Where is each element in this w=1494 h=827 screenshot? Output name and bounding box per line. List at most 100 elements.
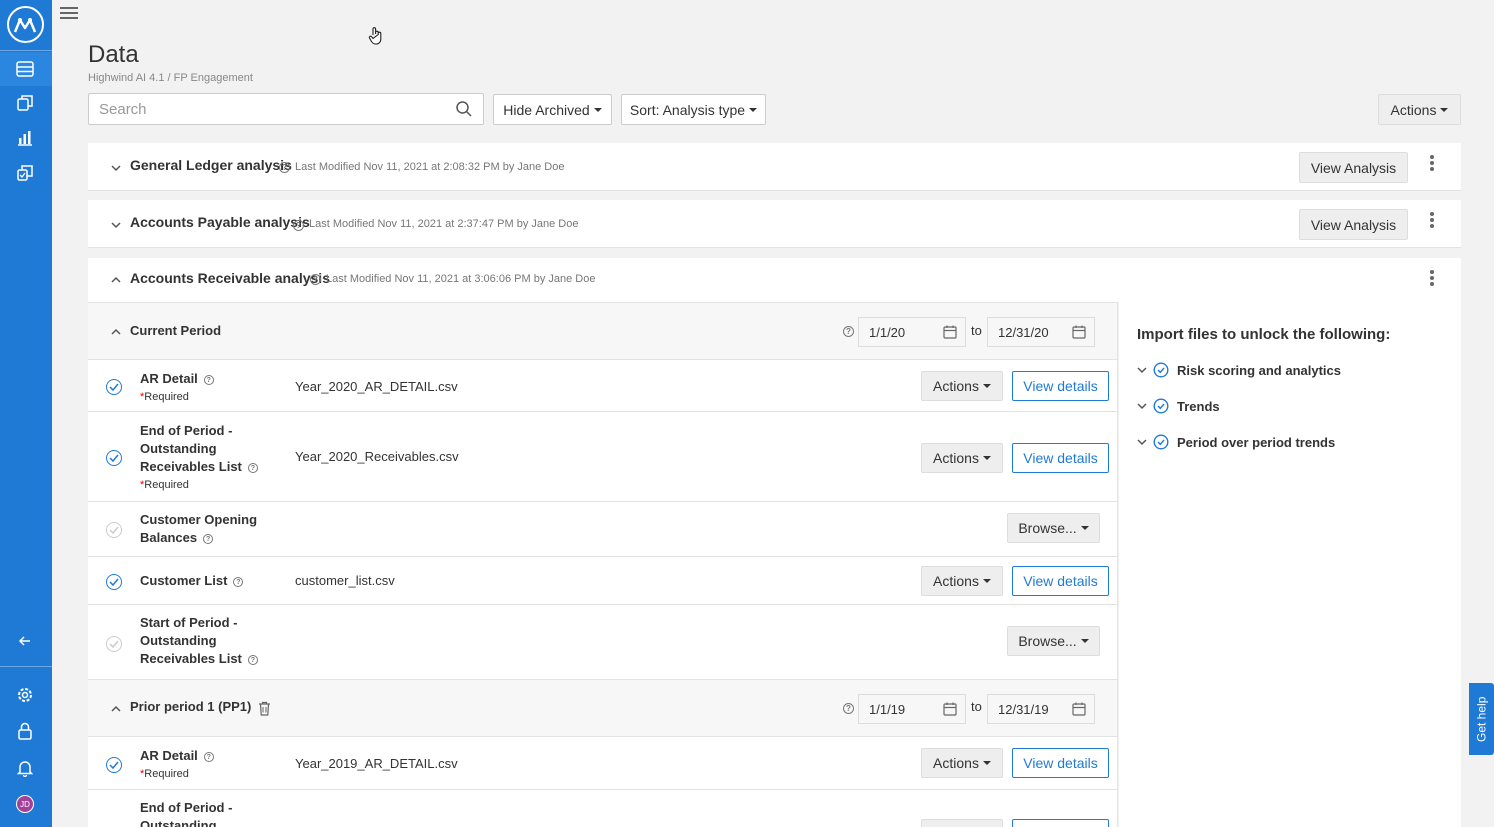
file-row: AR Detail? *Required Year_2019_AR_DETAIL.…	[88, 737, 1117, 790]
check-circle-icon	[1153, 434, 1169, 450]
analysis-title: General Ledger analysis	[130, 157, 292, 173]
prior-period-header: Prior period 1 (PP1) ? 1/1/19 to 12/31/1…	[88, 679, 1117, 737]
trash-icon[interactable]	[258, 701, 271, 716]
end-date-field[interactable]: 12/31/19	[987, 694, 1095, 724]
unlock-item-label: Period over period trends	[1177, 434, 1336, 450]
required-note: *Required	[140, 479, 189, 491]
required-note: *Required	[140, 768, 189, 780]
calendar-icon[interactable]	[943, 325, 957, 339]
row-actions-label: Actions	[933, 755, 979, 771]
view-details-button[interactable]: View details	[1012, 566, 1109, 596]
chevron-up-icon[interactable]	[111, 327, 121, 337]
chevron-down-icon[interactable]	[111, 163, 121, 173]
row-actions-label: Actions	[933, 450, 979, 466]
periods-pane: Current Period ? 1/1/20 to 12/31/20 AR D…	[88, 302, 1118, 827]
chevron-down-icon[interactable]	[1137, 437, 1147, 447]
collapse-arrow-icon[interactable]	[15, 631, 35, 651]
view-details-button[interactable]: View details	[1012, 443, 1109, 473]
app-logo-icon[interactable]	[7, 6, 44, 43]
caret-down-icon	[982, 456, 991, 460]
unlock-item[interactable]: Period over period trends	[1137, 434, 1335, 450]
hide-archived-label: Hide Archived	[503, 101, 590, 118]
help-icon[interactable]: ?	[247, 462, 258, 473]
actions-label: Actions	[1390, 101, 1437, 118]
end-date-field[interactable]: 12/31/20	[987, 317, 1095, 347]
help-icon[interactable]: ?	[310, 274, 321, 285]
data-icon[interactable]	[15, 59, 35, 79]
help-icon[interactable]: ?	[843, 326, 854, 337]
unlock-item[interactable]: Risk scoring and analytics	[1137, 362, 1341, 378]
browse-label: Browse...	[1018, 520, 1077, 536]
period-title: Prior period 1 (PP1)	[130, 699, 252, 714]
help-icon[interactable]: ?	[203, 533, 214, 544]
view-details-button[interactable]: View details	[1012, 371, 1109, 401]
row-actions-dropdown[interactable]	[921, 819, 1003, 827]
help-icon[interactable]: ?	[279, 162, 290, 173]
file-row-label-text: AR Detail	[140, 748, 198, 763]
help-icon[interactable]: ?	[203, 374, 214, 385]
search-icon[interactable]	[455, 100, 473, 118]
view-details-button[interactable]: View details	[1012, 748, 1109, 778]
help-icon[interactable]: ?	[247, 654, 258, 665]
view-analysis-button[interactable]: View Analysis	[1299, 152, 1408, 183]
last-modified-text: Last Modified Nov 11, 2021 at 2:37:47 PM…	[309, 218, 579, 230]
more-options-icon[interactable]	[1430, 155, 1434, 171]
help-icon[interactable]: ?	[293, 220, 304, 231]
caret-down-icon	[982, 384, 991, 388]
view-details-button[interactable]	[1012, 819, 1109, 827]
bell-icon[interactable]	[15, 758, 35, 778]
browse-button[interactable]: Browse...	[1007, 626, 1100, 656]
row-actions-dropdown[interactable]: Actions	[921, 748, 1003, 778]
row-actions-dropdown[interactable]: Actions	[921, 371, 1003, 401]
hide-archived-dropdown[interactable]: Hide Archived	[493, 94, 612, 125]
calendar-icon[interactable]	[943, 702, 957, 716]
more-options-icon[interactable]	[1430, 212, 1434, 228]
chevron-down-icon[interactable]	[111, 220, 121, 230]
start-date-value: 1/1/19	[869, 701, 906, 717]
chart-icon[interactable]	[15, 128, 35, 148]
hamburger-menu-icon[interactable]	[60, 4, 78, 20]
file-row-label-text: Customer List	[140, 573, 228, 588]
unlock-item[interactable]: Trends	[1137, 398, 1220, 414]
search-input[interactable]	[89, 94, 429, 124]
get-help-button[interactable]: Get help	[1469, 683, 1494, 755]
start-date-field[interactable]: 1/1/20	[858, 317, 966, 347]
chevron-down-icon[interactable]	[1137, 401, 1147, 411]
engagement-icon[interactable]	[15, 163, 35, 183]
lock-icon[interactable]	[15, 721, 35, 741]
chevron-up-icon[interactable]	[111, 275, 121, 285]
sort-dropdown[interactable]: Sort: Analysis type	[621, 94, 766, 125]
row-actions-label: Actions	[933, 573, 979, 589]
check-circle-icon	[106, 636, 122, 652]
avatar[interactable]: JD	[16, 795, 34, 813]
check-circle-icon	[106, 757, 122, 773]
row-actions-dropdown[interactable]: Actions	[921, 443, 1003, 473]
view-analysis-button[interactable]: View Analysis	[1299, 209, 1408, 240]
files-icon[interactable]	[15, 93, 35, 113]
help-icon[interactable]: ?	[203, 751, 214, 762]
more-options-icon[interactable]	[1430, 270, 1434, 286]
file-row-label: End of Period - Outstanding	[140, 800, 233, 827]
analysis-panel-accounts-receivable: Accounts Receivable analysis ? Last Modi…	[88, 258, 1461, 302]
gear-icon[interactable]	[15, 685, 35, 705]
hand-cursor-icon	[368, 27, 382, 45]
search-box	[88, 93, 484, 125]
start-date-value: 1/1/20	[869, 324, 906, 340]
help-icon[interactable]: ?	[843, 703, 854, 714]
actions-dropdown[interactable]: Actions	[1378, 94, 1461, 125]
sidebar-divider	[0, 666, 52, 667]
chevron-up-icon[interactable]	[111, 704, 121, 714]
calendar-icon[interactable]	[1072, 702, 1086, 716]
row-actions-dropdown[interactable]: Actions	[921, 566, 1003, 596]
help-icon[interactable]: ?	[233, 576, 244, 587]
check-circle-icon	[1153, 362, 1169, 378]
required-note: *Required	[140, 391, 189, 403]
to-label: to	[971, 699, 982, 714]
chevron-down-icon[interactable]	[1137, 365, 1147, 375]
start-date-field[interactable]: 1/1/19	[858, 694, 966, 724]
file-row-label: Customer List?	[140, 572, 270, 590]
file-row-label-text: AR Detail	[140, 371, 198, 386]
browse-button[interactable]: Browse...	[1007, 513, 1100, 543]
calendar-icon[interactable]	[1072, 325, 1086, 339]
file-name: Year_2020_Receivables.csv	[295, 449, 459, 464]
